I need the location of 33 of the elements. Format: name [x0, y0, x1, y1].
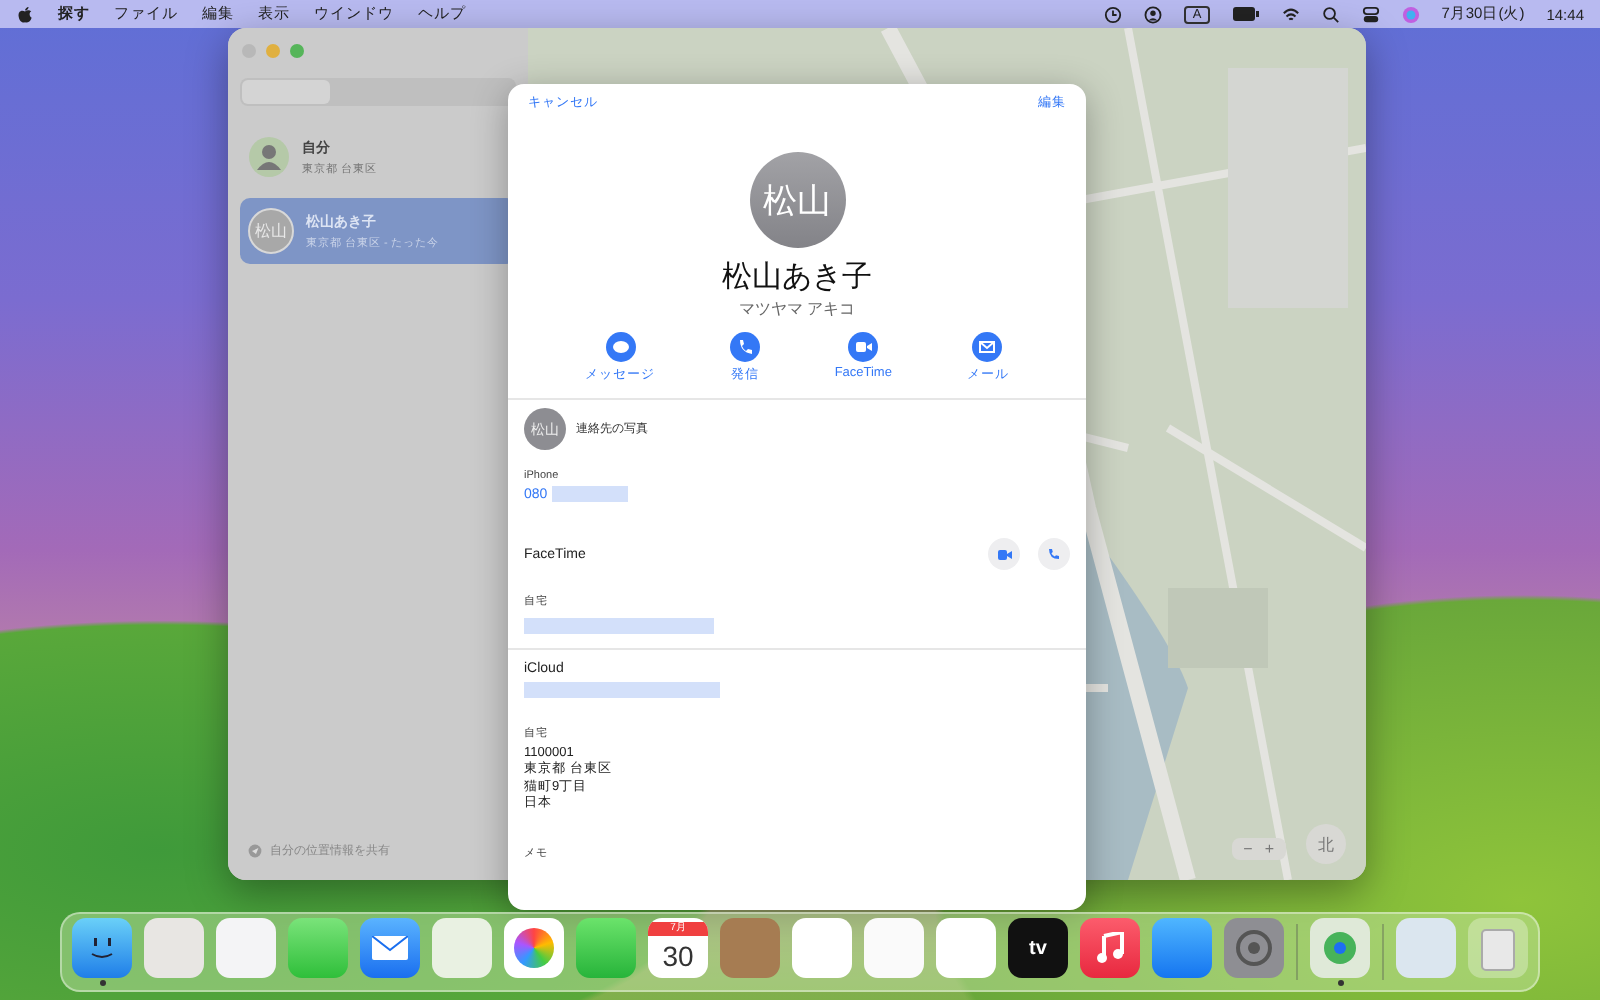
- toggles-icon[interactable]: [1361, 5, 1380, 23]
- wifi-icon[interactable]: [1281, 5, 1300, 23]
- phone-icon: [729, 332, 760, 362]
- flower-icon[interactable]: [504, 918, 564, 978]
- envelope-icon[interactable]: [360, 918, 420, 978]
- avatar-initials: 松山: [248, 208, 294, 254]
- trash-icon[interactable]: [1468, 918, 1528, 978]
- gear-icon[interactable]: [1224, 918, 1284, 978]
- minimize-button[interactable]: [266, 44, 280, 58]
- zoom-control[interactable]: − +: [1231, 838, 1286, 860]
- radar-icon[interactable]: [1310, 918, 1370, 978]
- search-icon[interactable]: [1321, 5, 1340, 23]
- speech-bubble-icon: [605, 332, 636, 362]
- clock-icon[interactable]: [1104, 5, 1123, 23]
- tv-icon[interactable]: tv: [1008, 918, 1068, 978]
- face-icon[interactable]: [72, 918, 132, 978]
- segmented-control[interactable]: [240, 78, 516, 106]
- contact-phonetic-name: マツヤマ アキコ: [738, 298, 856, 320]
- audio-call-button[interactable]: [1038, 538, 1070, 570]
- redaction-block: [551, 486, 628, 502]
- location-icon[interactable]: [248, 844, 262, 858]
- music-note-icon[interactable]: [1080, 918, 1140, 978]
- orb-icon[interactable]: [1401, 5, 1420, 23]
- battery-icon[interactable]: [1231, 6, 1260, 22]
- contact-name: 松山あき子: [722, 258, 872, 296]
- phone-icon: [1048, 548, 1060, 560]
- video-call-button[interactable]: [988, 538, 1020, 570]
- envelope-icon: [972, 332, 1003, 362]
- contact-avatar: 松山: [749, 152, 845, 248]
- zoom-button[interactable]: [290, 44, 304, 58]
- apple-logo-icon[interactable]: [16, 5, 34, 23]
- user-icon[interactable]: [1144, 5, 1163, 23]
- avatar-icon: [248, 136, 290, 178]
